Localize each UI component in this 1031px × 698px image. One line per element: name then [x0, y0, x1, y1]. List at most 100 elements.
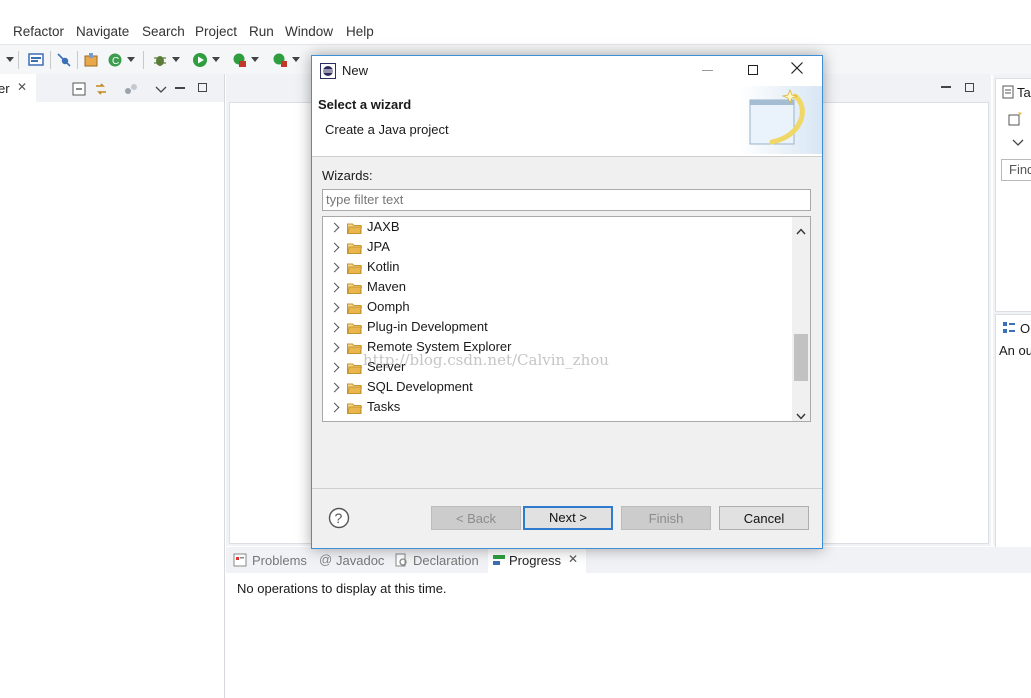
chevron-up-icon[interactable]: [796, 223, 806, 238]
maximize-icon[interactable]: [198, 83, 207, 92]
tree-item-sql-development[interactable]: SQL Development: [323, 378, 793, 398]
toolbar-separator: [18, 51, 19, 69]
toolbar-separator: [77, 51, 78, 69]
menu-navigate[interactable]: Navigate: [76, 24, 129, 39]
folder-icon: [347, 402, 363, 414]
tree-item-label: Kotlin: [367, 259, 400, 274]
chevron-right-icon[interactable]: [329, 402, 340, 413]
dialog-title: New: [342, 63, 369, 78]
minimize-icon[interactable]: [702, 70, 713, 71]
chevron-right-icon[interactable]: [329, 302, 340, 313]
chevron-down-icon[interactable]: [155, 83, 167, 98]
menu-help[interactable]: Help: [346, 24, 374, 39]
chevron-right-icon[interactable]: [329, 242, 340, 253]
menu-refactor[interactable]: Refactor: [13, 24, 64, 39]
wizard-tree: JAXB JPA Kotlin Maven Oomph Plug-in Deve…: [322, 216, 811, 422]
menu-project[interactable]: Project: [195, 24, 237, 39]
new-task-icon[interactable]: [1008, 112, 1022, 129]
tree-item-label: JAXB: [367, 219, 400, 234]
chevron-right-icon[interactable]: [329, 262, 340, 273]
tree-item-jaxb[interactable]: JAXB: [323, 218, 793, 238]
tree-scrollbar[interactable]: [792, 217, 810, 421]
tree-item-tasks[interactable]: Tasks: [323, 398, 793, 418]
folder-icon: [347, 302, 363, 314]
tree-item-label: Maven: [367, 279, 407, 294]
back-button[interactable]: < Back: [431, 506, 521, 530]
maximize-icon[interactable]: [965, 83, 974, 92]
folder-icon: [347, 362, 363, 374]
wizard-description: Create a Java project: [325, 122, 449, 137]
close-icon[interactable]: [790, 61, 804, 78]
tab-progress[interactable]: Progress ✕: [488, 547, 586, 573]
tree-item-label: Tasks: [367, 399, 401, 414]
wizard-heading: Select a wizard: [318, 97, 412, 112]
new-package-icon[interactable]: [83, 52, 99, 68]
task-list-view: Ta Find: [995, 78, 1031, 312]
folder-icon: [347, 342, 363, 354]
cancel-button[interactable]: Cancel: [719, 506, 809, 530]
run-icon[interactable]: [192, 52, 220, 68]
maximize-icon[interactable]: [748, 65, 758, 75]
tab-problems[interactable]: Problems: [231, 547, 316, 573]
outline-icon: [1002, 321, 1016, 338]
eclipse-icon: [320, 63, 336, 82]
footer-divider: [312, 488, 822, 489]
help-icon[interactable]: ?: [328, 507, 350, 532]
new-wizard-dialog: New Select a wizard Create a Java projec…: [311, 55, 823, 549]
tab-javadoc[interactable]: @ Javadoc: [319, 547, 389, 573]
toolbar-separator: [50, 51, 51, 69]
find-field[interactable]: Find: [1001, 159, 1031, 181]
folder-icon: [347, 262, 363, 274]
menu-run[interactable]: Run: [249, 24, 274, 39]
close-icon[interactable]: ✕: [17, 80, 27, 94]
chevron-right-icon[interactable]: [329, 222, 340, 233]
folder-icon: [347, 322, 363, 334]
chevron-right-icon[interactable]: [329, 342, 340, 353]
close-icon[interactable]: ✕: [568, 552, 578, 566]
menu-window[interactable]: Window: [285, 24, 333, 39]
outline-message: An ou: [999, 343, 1031, 358]
tab-declaration[interactable]: Declaration: [394, 547, 486, 573]
tree-item-label: SQL Development: [367, 379, 473, 394]
collapse-all-icon[interactable]: [72, 82, 86, 99]
chevron-right-icon[interactable]: [329, 382, 340, 393]
console-icon[interactable]: [28, 52, 44, 68]
tasks-icon: [1002, 85, 1014, 102]
svg-text:C: C: [112, 56, 119, 67]
toolbar-separator: [143, 51, 144, 69]
scrollbar-thumb[interactable]: [794, 334, 808, 381]
wizard-filter-input[interactable]: type filter text: [322, 189, 811, 211]
tree-item-jpa[interactable]: JPA: [323, 238, 793, 258]
view-menu-icon[interactable]: [124, 82, 138, 99]
tree-item-kotlin[interactable]: Kotlin: [323, 258, 793, 278]
dialog-title-bar: New: [312, 56, 822, 86]
tree-item-oomph[interactable]: Oomph: [323, 298, 793, 318]
chevron-right-icon[interactable]: [329, 362, 340, 373]
outline-tab-label[interactable]: Ou: [1020, 321, 1031, 336]
tasks-tab-label[interactable]: Ta: [1017, 85, 1031, 100]
folder-icon: [347, 382, 363, 394]
finish-button[interactable]: Finish: [621, 506, 711, 530]
dropdown-icon[interactable]: [0, 52, 14, 68]
tree-item-plugin-development[interactable]: Plug-in Development: [323, 318, 793, 338]
menu-search[interactable]: Search: [142, 24, 185, 39]
next-button[interactable]: Next >: [523, 506, 613, 530]
package-explorer-tab[interactable]: er ✕: [0, 74, 36, 102]
debug-icon[interactable]: [152, 52, 180, 68]
coverage-icon[interactable]: [231, 52, 259, 68]
tab-javadoc-label: Javadoc: [336, 553, 385, 568]
wizard-banner: Select a wizard Create a Java project: [312, 86, 822, 157]
chevron-down-icon[interactable]: [796, 408, 806, 421]
chevron-right-icon[interactable]: [329, 282, 340, 293]
new-class-icon[interactable]: C: [107, 52, 135, 68]
tree-item-maven[interactable]: Maven: [323, 278, 793, 298]
package-explorer-view: er ✕: [0, 74, 225, 698]
link-with-editor-icon[interactable]: [93, 81, 109, 100]
chevron-down-icon[interactable]: [1012, 135, 1024, 150]
minimize-icon[interactable]: [175, 87, 185, 89]
skip-breakpoints-icon[interactable]: [56, 52, 72, 68]
minimize-icon[interactable]: [941, 86, 951, 88]
external-tools-icon[interactable]: [272, 52, 300, 68]
chevron-right-icon[interactable]: [329, 322, 340, 333]
folder-icon: [347, 242, 363, 254]
